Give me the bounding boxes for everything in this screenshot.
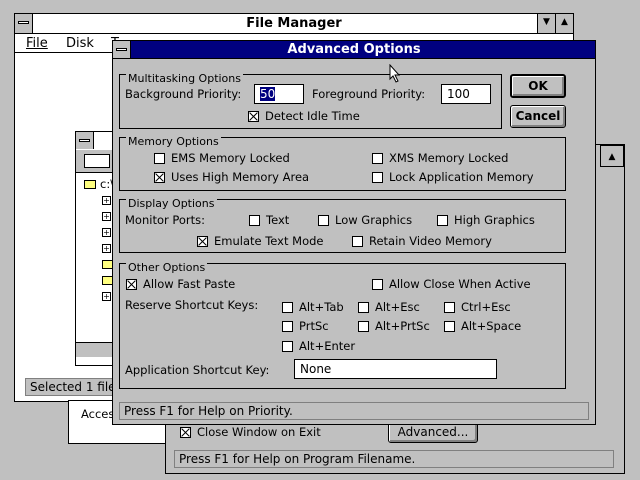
minimize-icon[interactable]: ▼: [537, 14, 555, 33]
foreground-priority-label: Foreground Priority:: [312, 87, 426, 101]
text-port-checkbox[interactable]: [249, 215, 260, 226]
low-graphics-checkbox[interactable]: [318, 215, 329, 226]
xms-memory-checkbox[interactable]: [372, 153, 383, 164]
ctrl-esc-checkbox[interactable]: [444, 302, 455, 313]
multitasking-title: Multitasking Options: [126, 72, 243, 85]
expand-icon[interactable]: +: [102, 212, 111, 221]
alt-space-label: Alt+Space: [461, 319, 522, 333]
alt-enter-checkbox[interactable]: [282, 341, 293, 352]
text-port-label: Text: [266, 213, 290, 227]
system-menu-icon[interactable]: [15, 14, 33, 33]
maximize-icon[interactable]: ▲: [555, 14, 573, 33]
monitor-ports-label: Monitor Ports:: [125, 213, 206, 227]
root-folder-icon[interactable]: [84, 180, 96, 189]
reserve-keys-label: Reserve Shortcut Keys:: [125, 298, 259, 312]
background-priority-label: Background Priority:: [125, 87, 242, 101]
high-graphics-label: High Graphics: [454, 213, 535, 227]
other-title: Other Options: [126, 261, 208, 274]
multitasking-group: Multitasking Options Background Priority…: [119, 72, 502, 129]
detect-idle-checkbox[interactable]: [248, 111, 259, 122]
low-graphics-label: Low Graphics: [335, 213, 413, 227]
expand-icon[interactable]: +: [102, 196, 111, 205]
background-priority-input[interactable]: 50: [254, 84, 304, 104]
cancel-button-label: Cancel: [515, 109, 561, 123]
app-shortcut-value: None: [300, 362, 332, 376]
memory-group: Memory Options EMS Memory Locked XMS Mem…: [119, 135, 566, 191]
alt-tab-label: Alt+Tab: [299, 300, 344, 314]
pif-status: Press F1 for Help on Program Filename.: [174, 450, 614, 468]
access-label: Acces: [81, 407, 115, 421]
alt-esc-label: Alt+Esc: [375, 300, 420, 314]
alt-prtsc-label: Alt+PrtSc: [375, 319, 430, 333]
ctrl-esc-label: Ctrl+Esc: [461, 300, 511, 314]
directory-system-menu-icon[interactable]: [76, 132, 94, 149]
advanced-options-dialog: Advanced Options Multitasking Options Ba…: [112, 40, 596, 425]
alt-enter-label: Alt+Enter: [299, 339, 356, 353]
foreground-priority-input[interactable]: 100: [441, 84, 491, 104]
dialog-titlebar[interactable]: Advanced Options: [113, 41, 595, 59]
app-shortcut-input[interactable]: None: [294, 359, 497, 379]
ems-memory-checkbox[interactable]: [154, 153, 165, 164]
app-shortcut-label: Application Shortcut Key:: [125, 363, 270, 377]
mouse-cursor-icon: [389, 64, 401, 83]
background-priority-value: 50: [260, 87, 276, 101]
prtsc-label: PrtSc: [299, 319, 329, 333]
high-memory-checkbox[interactable]: [154, 172, 165, 183]
menu-file[interactable]: File: [26, 36, 48, 51]
memory-title: Memory Options: [126, 135, 221, 148]
display-group: Display Options Monitor Ports: Text Low …: [119, 197, 566, 253]
alt-esc-checkbox[interactable]: [358, 302, 369, 313]
detect-idle-label: Detect Idle Time: [265, 109, 360, 123]
close-when-active-label: Allow Close When Active: [389, 277, 531, 291]
foreground-priority-value: 100: [447, 87, 470, 101]
high-graphics-checkbox[interactable]: [437, 215, 448, 226]
file-manager-titlebar[interactable]: File Manager ▼ ▲: [15, 14, 573, 34]
expand-icon[interactable]: +: [102, 244, 111, 253]
dialog-title: Advanced Options: [287, 42, 421, 57]
emulate-text-label: Emulate Text Mode: [214, 234, 324, 248]
emulate-text-checkbox[interactable]: [197, 236, 208, 247]
alt-prtsc-checkbox[interactable]: [358, 321, 369, 332]
retain-video-label: Retain Video Memory: [369, 234, 492, 248]
advanced-button-label: Advanced...: [397, 425, 469, 439]
alt-tab-checkbox[interactable]: [282, 302, 293, 313]
expand-icon[interactable]: +: [102, 292, 111, 301]
close-window-label: Close Window on Exit: [197, 425, 321, 439]
dialog-status: Press F1 for Help on Priority.: [119, 402, 589, 420]
expand-icon[interactable]: +: [102, 228, 111, 237]
ems-memory-label: EMS Memory Locked: [171, 151, 290, 165]
lock-app-memory-checkbox[interactable]: [372, 172, 383, 183]
display-title: Display Options: [126, 197, 217, 210]
retain-video-checkbox[interactable]: [352, 236, 363, 247]
ok-button[interactable]: OK: [510, 74, 566, 98]
dialog-status-text: Press F1 for Help on Priority.: [124, 404, 293, 418]
pif-status-text: Press F1 for Help on Program Filename.: [179, 452, 416, 466]
other-group: Other Options Allow Fast Paste Allow Clo…: [119, 261, 566, 389]
alt-space-checkbox[interactable]: [444, 321, 455, 332]
close-window-checkbox[interactable]: [180, 427, 191, 438]
fast-paste-checkbox[interactable]: [126, 279, 137, 290]
high-memory-label: Uses High Memory Area: [171, 170, 310, 184]
drive-icon[interactable]: [84, 154, 110, 168]
pif-maximize-icon[interactable]: ▲: [600, 145, 624, 167]
lock-app-memory-label: Lock Application Memory: [389, 170, 534, 184]
cancel-button[interactable]: Cancel: [510, 105, 566, 128]
fast-paste-label: Allow Fast Paste: [143, 277, 236, 291]
file-manager-title: File Manager: [246, 16, 342, 31]
dialog-system-menu-icon[interactable]: [113, 41, 131, 58]
ok-button-label: OK: [528, 79, 548, 93]
close-when-active-checkbox[interactable]: [372, 279, 383, 290]
file-manager-status-text: Selected 1 file: [30, 380, 116, 394]
prtsc-checkbox[interactable]: [282, 321, 293, 332]
menu-disk[interactable]: Disk: [66, 36, 94, 51]
xms-memory-label: XMS Memory Locked: [389, 151, 509, 165]
